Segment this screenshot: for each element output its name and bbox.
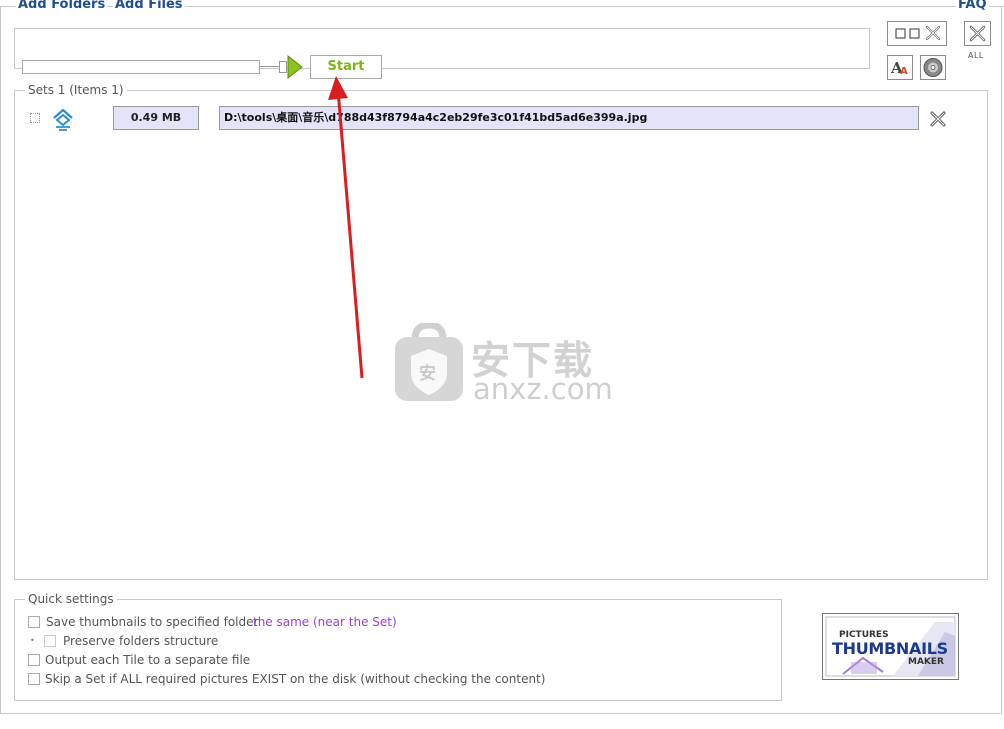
outer-border-right [1001, 6, 1002, 714]
watermark-shield-char: 安 [419, 364, 436, 384]
add-files-link[interactable]: Add Files [113, 0, 185, 12]
play-icon[interactable] [286, 55, 304, 79]
save-thumbnails-checkbox[interactable] [28, 616, 40, 628]
outer-border-bottom [0, 713, 1002, 714]
save-thumbnails-label: Save thumbnails to specified folder [46, 615, 259, 629]
logo-line2: THUMBNAILS [832, 639, 948, 658]
faq-link[interactable]: FAQ [956, 0, 989, 12]
progress-connector [260, 66, 280, 67]
font-settings-button[interactable]: A A [887, 55, 913, 80]
disk-settings-button[interactable] [920, 55, 946, 80]
row-select-checkbox[interactable] [30, 113, 40, 123]
watermark-shield-icon: 安 [393, 321, 465, 403]
preserve-structure-checkbox[interactable] [44, 635, 56, 647]
window-controls-group[interactable] [887, 21, 947, 46]
progress-bar [22, 60, 260, 74]
all-label: ALL [968, 51, 984, 60]
sets-header: Sets 1 (Items 1) [25, 83, 127, 97]
set-size-field: 0.49 MB [113, 106, 199, 130]
product-logo: PICTURES THUMBNAILS MAKER [822, 613, 959, 680]
skip-set-label: Skip a Set if ALL required pictures EXIS… [45, 672, 546, 686]
skip-set-checkbox[interactable] [28, 673, 40, 685]
save-target-link[interactable]: the same (near the Set) [253, 615, 397, 629]
preserve-structure-label: Preserve folders structure [63, 634, 219, 648]
logo-line3: MAKER [908, 657, 944, 667]
remove-set-icon[interactable] [929, 110, 947, 128]
tile-close-icon [895, 25, 941, 41]
watermark-en-text: anxz.com [473, 372, 613, 406]
font-icon: A A [890, 59, 908, 77]
set-type-icon[interactable] [51, 107, 75, 131]
svg-text:A: A [900, 66, 908, 77]
quick-settings-title: Quick settings [25, 592, 117, 606]
outer-border-left [0, 6, 1, 714]
disc-icon [923, 58, 943, 77]
output-each-tile-checkbox[interactable] [28, 654, 40, 666]
add-folders-link[interactable]: Add Folders [16, 0, 108, 12]
close-icon [969, 25, 986, 42]
bullet-icon: • [30, 636, 35, 645]
close-all-button[interactable] [964, 21, 991, 46]
annotation-arrow [328, 76, 364, 379]
output-each-tile-label: Output each Tile to a separate file [45, 653, 251, 667]
